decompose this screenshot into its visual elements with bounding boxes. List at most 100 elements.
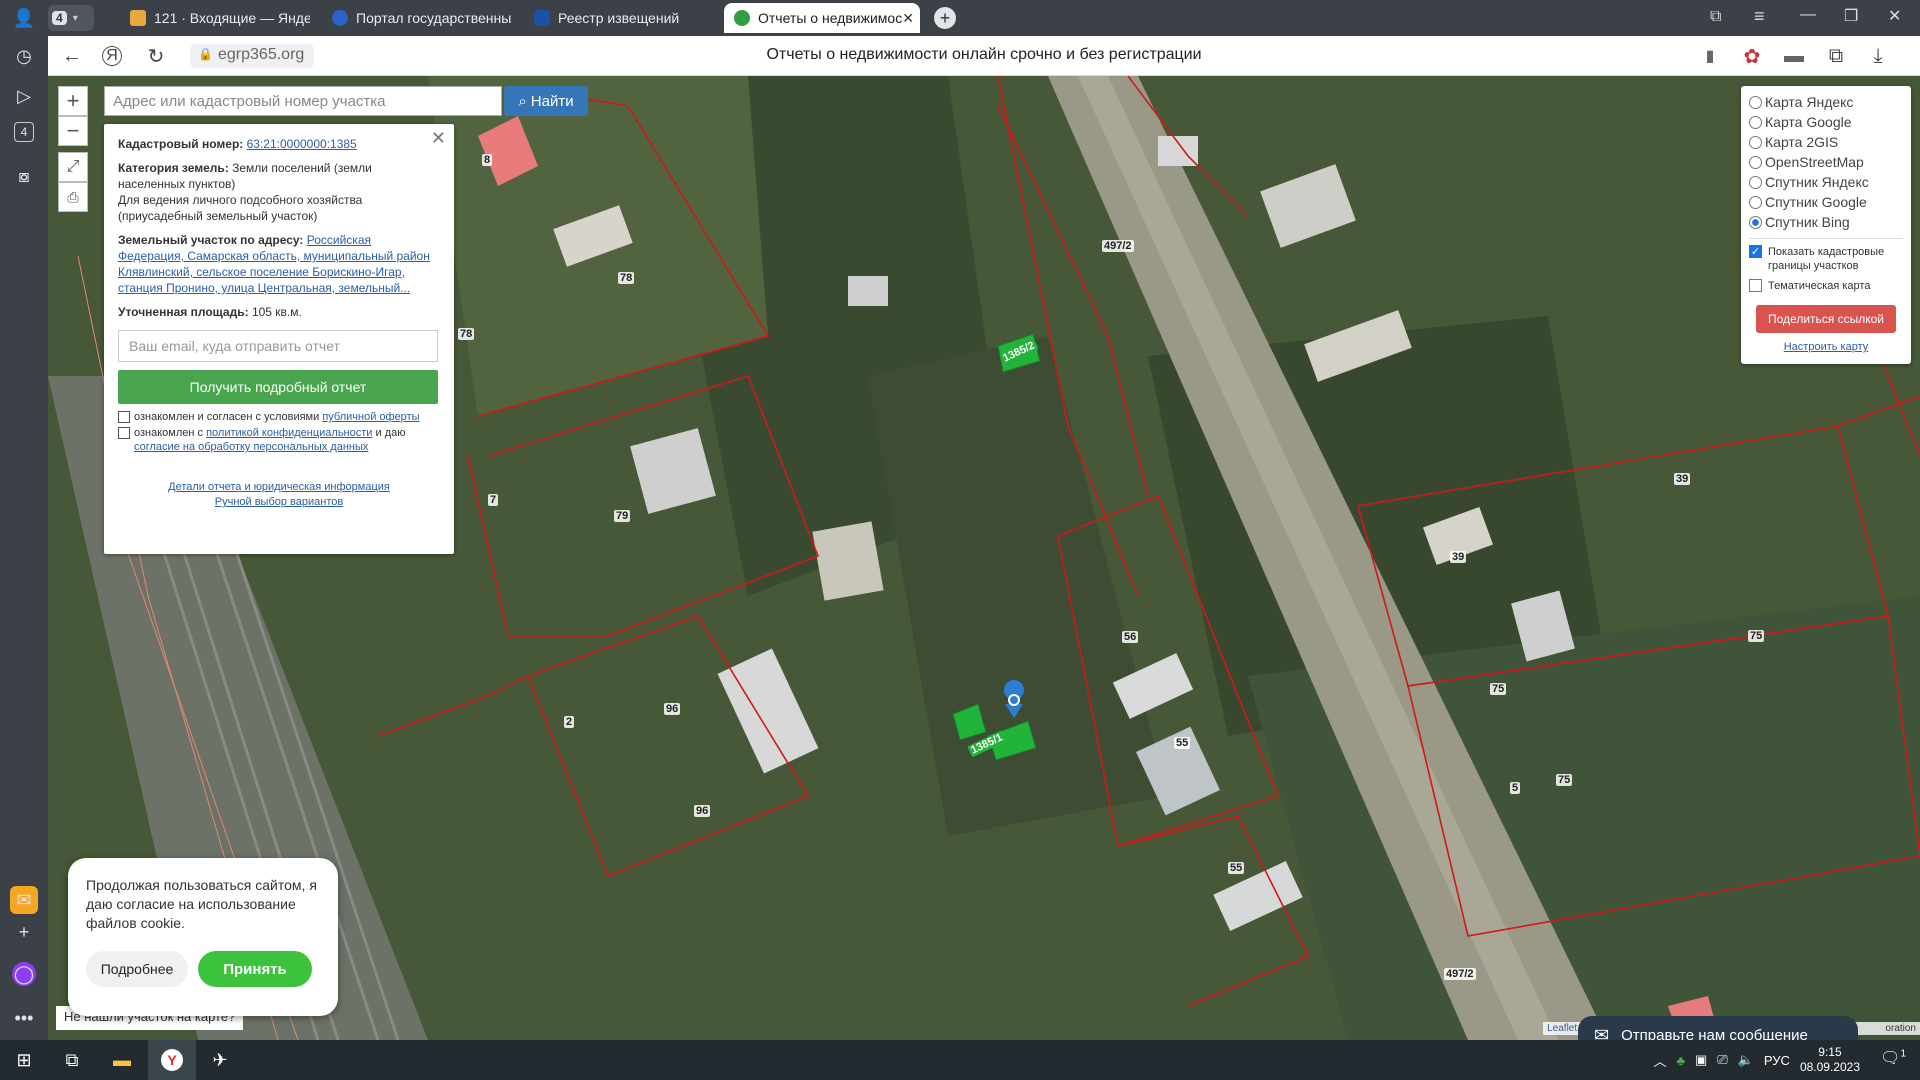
- parcel-label[interactable]: 96: [664, 703, 681, 715]
- parcel-label[interactable]: 78: [618, 272, 635, 284]
- parcel-label[interactable]: 497/2: [1444, 968, 1476, 980]
- print-icon[interactable]: ⎙: [58, 182, 88, 212]
- email-field[interactable]: Ваш email, куда отправить отчет: [118, 330, 438, 362]
- network-icon[interactable]: ⎚: [1717, 1052, 1727, 1068]
- parcel-label[interactable]: 7: [488, 494, 499, 506]
- details-link[interactable]: Детали отчета и юридическая информация: [168, 481, 390, 493]
- protect-icon[interactable]: ▬: [1782, 44, 1806, 68]
- layer-option[interactable]: Спутник Google: [1749, 192, 1903, 212]
- parcel-label[interactable]: 79: [614, 510, 631, 522]
- cadastral-link[interactable]: 63:21:0000000:1385: [247, 137, 357, 151]
- layer-option[interactable]: OpenStreetMap: [1749, 152, 1903, 172]
- meet-icon[interactable]: ▣: [1695, 1052, 1707, 1068]
- find-button[interactable]: ⌕ Найти: [504, 86, 588, 116]
- radio-icon: [1749, 115, 1762, 129]
- history-icon[interactable]: ◷: [10, 42, 38, 70]
- notification-icon[interactable]: 🗨1: [1880, 1048, 1906, 1068]
- tabs-count-icon[interactable]: 4: [14, 122, 34, 142]
- chat-button[interactable]: ✉ Отправьте нам сообщение: [1578, 1016, 1858, 1040]
- accept-button[interactable]: Принять: [198, 951, 312, 987]
- bookmark-icon[interactable]: ▮: [1698, 44, 1722, 68]
- tab-egrp-active[interactable]: Отчеты о недвижимос ✕: [724, 3, 920, 33]
- fullscreen-icon[interactable]: ⤢: [58, 152, 88, 182]
- parcel-label[interactable]: 56: [1122, 631, 1139, 643]
- language-indicator[interactable]: РУС: [1764, 1053, 1790, 1068]
- more-button[interactable]: Подробнее: [86, 951, 188, 987]
- extension-icon[interactable]: ✿: [1740, 44, 1764, 68]
- parcel-label[interactable]: 55: [1228, 862, 1245, 874]
- collections-icon[interactable]: ⧉: [1710, 8, 1721, 26]
- zoom-out-button[interactable]: −: [58, 116, 88, 146]
- close-window-icon[interactable]: ✕: [1888, 6, 1901, 26]
- offer-link[interactable]: публичной оферты: [322, 411, 419, 423]
- layer-option[interactable]: Карта Google: [1749, 112, 1903, 132]
- chevron-up-icon[interactable]: ︿: [1653, 1051, 1666, 1070]
- alice-icon[interactable]: ◯: [12, 962, 36, 986]
- layer-option[interactable]: Карта 2GIS: [1749, 132, 1903, 152]
- parcel-label[interactable]: 75: [1556, 774, 1573, 786]
- tab-mail[interactable]: 121 · Входящие — Яндекс: [120, 3, 310, 33]
- layer-option[interactable]: Карта Яндекс: [1749, 92, 1903, 112]
- task-view-icon[interactable]: ⧉: [48, 1040, 96, 1080]
- map-view[interactable]: 78 78 79 2 96 96 1385/2 1385/1 56 55 55 …: [48, 76, 1920, 1040]
- tab-label: Реестр извещений: [558, 10, 680, 26]
- file-explorer-icon[interactable]: ▬: [98, 1040, 146, 1080]
- privacy-checkbox[interactable]: [118, 427, 130, 439]
- more-icon[interactable]: •••: [10, 1004, 38, 1032]
- category-row: Категория земель: Земли поселений (земли…: [118, 160, 440, 192]
- thematic-toggle[interactable]: Тематическая карта: [1749, 279, 1903, 293]
- layer-option-selected[interactable]: Спутник Bing: [1749, 212, 1903, 232]
- zoom-in-button[interactable]: +: [58, 86, 88, 116]
- mail-app-icon[interactable]: ✉: [10, 886, 38, 914]
- consent-offer: ознакомлен и согласен с условиями публич…: [118, 410, 440, 424]
- thematic-label: Тематическая карта: [1768, 280, 1871, 292]
- new-tab-button[interactable]: +: [934, 7, 956, 29]
- minimize-icon[interactable]: —: [1800, 6, 1816, 24]
- parcel-label[interactable]: 39: [1674, 473, 1691, 485]
- menu-icon[interactable]: ≡: [1754, 6, 1765, 27]
- usage-text: Для ведения личного подсобного хозяйства…: [118, 193, 363, 223]
- footer-links: Детали отчета и юридическая информация Р…: [118, 480, 440, 510]
- parcel-label[interactable]: 2: [564, 716, 575, 728]
- show-borders-toggle[interactable]: ✓ Показать кадастровые границы участков: [1749, 245, 1903, 273]
- radio-icon: [1749, 135, 1762, 149]
- yandex-browser-icon[interactable]: Y: [148, 1040, 196, 1080]
- offer-checkbox[interactable]: [118, 411, 130, 423]
- app-icon[interactable]: ✈: [196, 1040, 244, 1080]
- address-label: Земельный участок по адресу:: [118, 233, 304, 247]
- privacy-link[interactable]: политикой конфиденциальности: [206, 427, 372, 439]
- search-input[interactable]: Адрес или кадастровый номер участка: [104, 86, 502, 116]
- personal-data-link[interactable]: согласие на обработку персональных данны…: [134, 441, 368, 453]
- get-report-button[interactable]: Получить подробный отчет: [118, 370, 438, 404]
- profile-icon[interactable]: 👤: [10, 4, 38, 32]
- tab-gosuslugi[interactable]: Портал государственных: [322, 3, 512, 33]
- windows-start-icon[interactable]: ⊞: [0, 1040, 48, 1080]
- parcel-label[interactable]: 8: [482, 154, 493, 166]
- share-link-button[interactable]: Поделиться ссылкой: [1756, 305, 1896, 333]
- parcel-label[interactable]: 78: [458, 328, 475, 340]
- layer-option[interactable]: Спутник Яндекс: [1749, 172, 1903, 192]
- parcel-label[interactable]: 5: [1510, 782, 1521, 794]
- collections-icon[interactable]: ⧉: [1824, 44, 1848, 68]
- play-icon[interactable]: ▷: [10, 82, 38, 110]
- configure-map-link[interactable]: Настроить карту: [1784, 341, 1869, 353]
- parcel-label[interactable]: 39: [1450, 551, 1467, 563]
- clover-icon[interactable]: ♣: [1676, 1053, 1685, 1068]
- maximize-icon[interactable]: ❐: [1844, 6, 1858, 26]
- area-value: 105 кв.м.: [251, 305, 302, 319]
- tab-group-counter[interactable]: 4 ▾: [48, 5, 94, 31]
- download-icon[interactable]: ⤓: [1866, 44, 1890, 68]
- clock[interactable]: 9:15 08.09.2023: [1800, 1045, 1860, 1075]
- add-panel-icon[interactable]: +: [10, 918, 38, 946]
- parcel-label[interactable]: 55: [1174, 737, 1191, 749]
- parcel-label[interactable]: 96: [694, 805, 711, 817]
- close-tab-icon[interactable]: ✕: [902, 10, 914, 27]
- volume-muted-icon[interactable]: 🔈: [1738, 1052, 1754, 1068]
- screenshot-icon[interactable]: ⧇: [10, 162, 38, 190]
- tab-reestr[interactable]: Реестр извещений: [524, 3, 714, 33]
- close-icon[interactable]: ✕: [431, 129, 446, 147]
- parcel-label[interactable]: 75: [1748, 630, 1765, 642]
- parcel-label[interactable]: 497/2: [1102, 240, 1134, 252]
- manual-choice-link[interactable]: Ручной выбор вариантов: [215, 496, 343, 508]
- parcel-label[interactable]: 75: [1490, 683, 1507, 695]
